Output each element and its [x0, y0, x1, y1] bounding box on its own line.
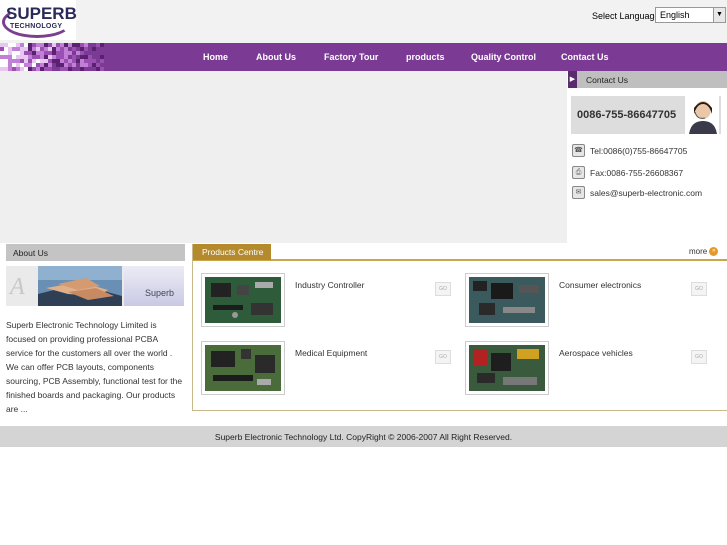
mail-icon: ✉: [572, 186, 585, 199]
language-label: Select Language:: [592, 11, 663, 21]
nav-item-products[interactable]: products: [406, 52, 445, 62]
pcb-image: [205, 345, 281, 391]
nav-item-contact-us[interactable]: Contact Us: [561, 52, 609, 62]
about-header: About Us: [6, 244, 185, 261]
logo-tagline: TECHNOLOGY: [10, 23, 63, 30]
more-link[interactable]: more»: [689, 247, 719, 257]
pixel-mosaic-decoration: [0, 43, 104, 71]
go-button[interactable]: GO: [435, 350, 451, 364]
header-bar: SUPERB TECHNOLOGY Select Language: Engli…: [0, 0, 727, 43]
footer: Superb Electronic Technology Ltd. CopyRi…: [0, 426, 727, 447]
phone-banner-number: 0086-755-86647705: [577, 109, 677, 121]
product-name[interactable]: Aerospace vehicles: [559, 348, 633, 358]
contact-email-link[interactable]: sales@superb-electronic.com: [590, 188, 702, 198]
language-select[interactable]: English ▼: [655, 7, 726, 23]
superb-badge: Superb: [124, 266, 184, 306]
go-button[interactable]: GO: [691, 350, 707, 364]
logo-wordmark: SUPERB: [6, 4, 77, 23]
phone-banner: 0086-755-86647705: [571, 96, 721, 134]
logo[interactable]: SUPERB TECHNOLOGY: [0, 0, 77, 40]
copyright-text: Superb Electronic Technology Ltd. CopyRi…: [214, 432, 513, 442]
arrow-right-icon: ▶: [568, 71, 577, 88]
language-selected-value: English: [660, 10, 690, 20]
teamwork-hands-image: [38, 266, 122, 306]
contact-title: Contact Us: [586, 75, 629, 85]
products-title: Products Centre: [193, 244, 271, 260]
pcb-image: [469, 277, 545, 323]
products-divider: [193, 259, 727, 261]
pcb-image: [469, 345, 545, 391]
about-title: About Us: [13, 248, 48, 258]
products-centre-panel: Products Centre more» Industry Controlle…: [192, 244, 727, 411]
nav-item-factory-tour[interactable]: Factory Tour: [324, 52, 378, 62]
more-label[interactable]: more: [689, 247, 707, 256]
superb-badge-text: Superb: [144, 288, 174, 298]
support-agent-icon: [685, 96, 719, 134]
product-thumbnail[interactable]: [201, 273, 285, 327]
contact-header: ▶ Contact Us: [568, 71, 727, 88]
phone-icon: ☎: [572, 144, 585, 157]
go-button[interactable]: GO: [435, 282, 451, 296]
about-description: Superb Electronic Technology Limited is …: [6, 320, 183, 414]
nav-item-quality-control[interactable]: Quality Control: [471, 52, 536, 62]
main-nav: Home About Us Factory Tour products Qual…: [0, 43, 727, 71]
pcb-image: [205, 277, 281, 323]
product-thumbnail[interactable]: [465, 273, 549, 327]
product-name[interactable]: Consumer electronics: [559, 280, 641, 290]
rss-more-icon[interactable]: »: [709, 247, 719, 257]
hero-banner: [0, 71, 567, 243]
contact-fax-text: Fax:0086-755-26608367: [590, 168, 684, 178]
contact-tel-text: Tel:0086(0)755-86647705: [590, 146, 688, 156]
fax-icon: ⎙: [572, 166, 585, 179]
nav-item-about-us[interactable]: About Us: [256, 52, 296, 62]
nav-item-home[interactable]: Home: [203, 52, 228, 62]
product-name[interactable]: Industry Controller: [295, 280, 364, 290]
product-name[interactable]: Medical Equipment: [295, 348, 367, 358]
letter-a-decoration: A: [10, 274, 25, 300]
chevron-down-icon[interactable]: ▼: [713, 8, 725, 22]
product-thumbnail[interactable]: [465, 341, 549, 395]
about-image: A Superb: [6, 266, 184, 306]
go-button[interactable]: GO: [691, 282, 707, 296]
product-thumbnail[interactable]: [201, 341, 285, 395]
